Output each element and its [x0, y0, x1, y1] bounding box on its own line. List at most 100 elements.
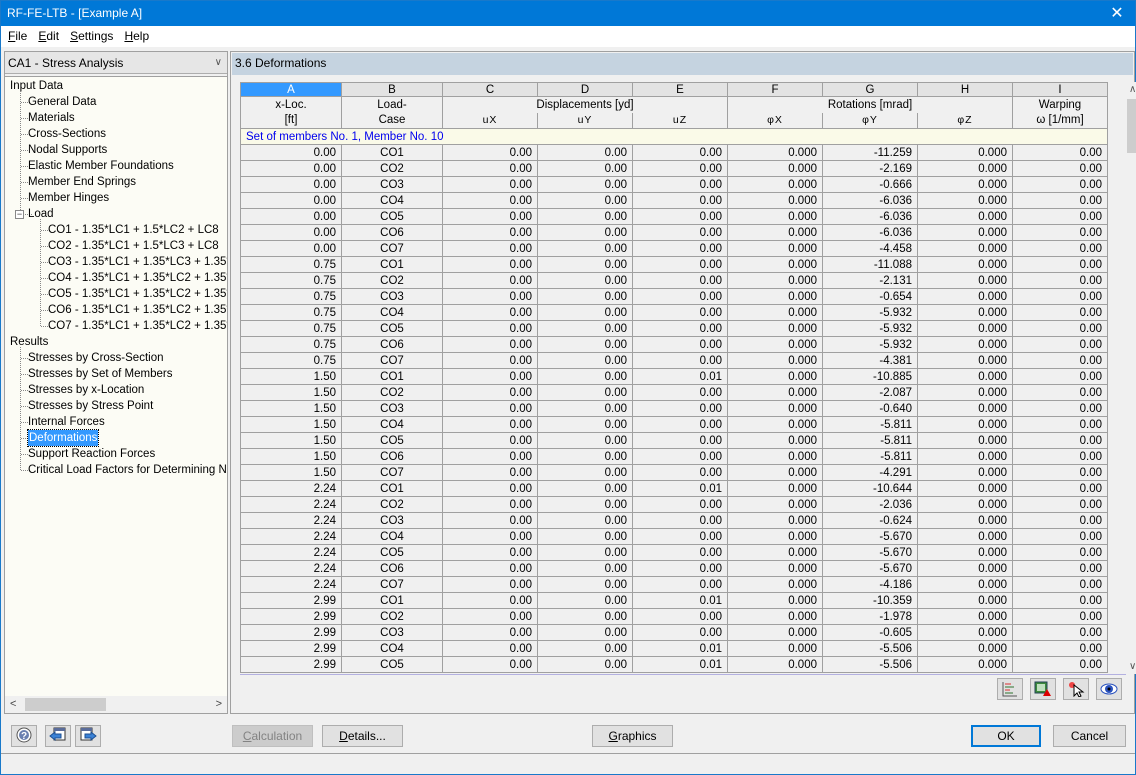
column-letter-f[interactable]: F [727, 82, 823, 97]
menu-file[interactable]: File [4, 26, 31, 43]
cell-uz: 0.00 [632, 304, 728, 321]
cell-phiy: -0.666 [822, 176, 918, 193]
table-row[interactable]: 0.75 CO7 0.00 0.00 0.00 0.000 -4.381 0.000 0.00 [240, 352, 1108, 369]
tree-item-materials[interactable]: Materials [28, 110, 75, 126]
table-row[interactable]: 2.99 CO1 0.00 0.00 0.01 0.000 -10.359 0.000 0.00 [240, 592, 1108, 609]
tree-item-critical-load-factors-for-determining-n-cr[interactable]: Critical Load Factors for Determining N-… [28, 462, 227, 478]
table-row[interactable]: 0.00 CO1 0.00 0.00 0.00 0.000 -11.259 0.000 0.00 [240, 144, 1108, 161]
menu-edit[interactable]: Edit [34, 26, 63, 43]
scrollbar-thumb[interactable] [1127, 99, 1136, 153]
column-letter-g[interactable]: G [822, 82, 918, 97]
scrollbar-thumb[interactable] [25, 698, 106, 711]
cell-phix: 0.000 [727, 208, 823, 225]
table-row[interactable]: 2.24 CO4 0.00 0.00 0.00 0.000 -5.670 0.000 0.00 [240, 528, 1108, 545]
export-excel-button[interactable] [1030, 678, 1056, 700]
table-row[interactable]: 0.00 CO4 0.00 0.00 0.00 0.000 -6.036 0.000 0.00 [240, 192, 1108, 209]
tree-item-cross-sections[interactable]: Cross-Sections [28, 126, 106, 142]
tree-node-input-data[interactable]: Input Data [10, 78, 63, 94]
scroll-right-icon[interactable]: > [216, 696, 222, 713]
table-row[interactable]: 0.00 CO2 0.00 0.00 0.00 0.000 -2.169 0.000 0.00 [240, 160, 1108, 177]
table-row[interactable]: 2.99 CO5 0.00 0.00 0.01 0.000 -5.506 0.000 0.00 [240, 656, 1108, 673]
table-row[interactable]: 0.75 CO2 0.00 0.00 0.00 0.000 -2.131 0.000 0.00 [240, 272, 1108, 289]
table-row[interactable]: 1.50 CO1 0.00 0.00 0.01 0.000 -10.885 0.000 0.00 [240, 368, 1108, 385]
table-row[interactable]: 1.50 CO2 0.00 0.00 0.00 0.000 -2.087 0.000 0.00 [240, 384, 1108, 401]
table-row[interactable]: 2.99 CO4 0.00 0.00 0.01 0.000 -5.506 0.000 0.00 [240, 640, 1108, 657]
help-button[interactable]: ? [11, 725, 37, 747]
table-row[interactable]: 1.50 CO3 0.00 0.00 0.00 0.000 -0.640 0.000 0.00 [240, 400, 1108, 417]
table-row[interactable]: 2.99 CO2 0.00 0.00 0.00 0.000 -1.978 0.000 0.00 [240, 608, 1108, 625]
table-row[interactable]: 1.50 CO6 0.00 0.00 0.00 0.000 -5.811 0.000 0.00 [240, 448, 1108, 465]
table-row[interactable]: 2.24 CO6 0.00 0.00 0.00 0.000 -5.670 0.000 0.00 [240, 560, 1108, 577]
table-row[interactable]: 1.50 CO5 0.00 0.00 0.00 0.000 -5.811 0.000 0.00 [240, 432, 1108, 449]
graphics-button[interactable]: Graphics [592, 725, 673, 747]
scroll-down-icon[interactable]: ∨ [1129, 661, 1136, 672]
tree-item-co6[interactable]: CO6 - 1.35*LC1 + 1.35*LC2 + 1.35* [48, 302, 227, 318]
column-letter-c[interactable]: C [442, 82, 538, 97]
scroll-up-icon[interactable]: ∧ [1129, 84, 1136, 95]
table-row[interactable]: 2.99 CO3 0.00 0.00 0.00 0.000 -0.605 0.000 0.00 [240, 624, 1108, 641]
table-row[interactable]: 2.24 CO1 0.00 0.00 0.01 0.000 -10.644 0.000 0.00 [240, 480, 1108, 497]
scroll-left-icon[interactable]: < [10, 696, 16, 713]
case-selector-dropdown[interactable]: CA1 - Stress Analysis ∨ [5, 52, 227, 74]
table-vertical-scrollbar[interactable]: ∧ ∨ [1126, 82, 1136, 674]
table-row[interactable]: 1.50 CO4 0.00 0.00 0.00 0.000 -5.811 0.000 0.00 [240, 416, 1108, 433]
menu-help[interactable]: Help [120, 26, 153, 43]
table-row[interactable]: 0.00 CO3 0.00 0.00 0.00 0.000 -0.666 0.000 0.00 [240, 176, 1108, 193]
tree-item-stresses-by-stress-point[interactable]: Stresses by Stress Point [28, 398, 153, 414]
menu-settings[interactable]: Settings [66, 26, 117, 43]
tree-horizontal-scrollbar[interactable]: < > [5, 696, 227, 713]
filter-results-button[interactable] [997, 678, 1023, 700]
tree-item-member-end-springs[interactable]: Member End Springs [28, 174, 136, 190]
tree-item-internal-forces[interactable]: Internal Forces [28, 414, 105, 430]
next-window-button[interactable] [75, 725, 101, 747]
tree-item-co7[interactable]: CO7 - 1.35*LC1 + 1.35*LC2 + 1.35* [48, 318, 227, 334]
view-button[interactable] [1096, 678, 1122, 700]
tree-item-member-hinges[interactable]: Member Hinges [28, 190, 109, 206]
calculation-button[interactable]: Calculation [232, 725, 313, 747]
tree-item-nodal-supports[interactable]: Nodal Supports [28, 142, 107, 158]
table-row[interactable]: 0.75 CO6 0.00 0.00 0.00 0.000 -5.932 0.000 0.00 [240, 336, 1108, 353]
table-row[interactable]: 2.24 CO3 0.00 0.00 0.00 0.000 -0.624 0.000 0.00 [240, 512, 1108, 529]
table-row[interactable]: 0.00 CO7 0.00 0.00 0.00 0.000 -4.458 0.000 0.00 [240, 240, 1108, 257]
column-letter-e[interactable]: E [632, 82, 728, 97]
cell-x-location: 2.24 [240, 480, 342, 497]
collapse-icon[interactable]: − [15, 210, 24, 219]
tree-item-elastic-member-foundations[interactable]: Elastic Member Foundations [28, 158, 174, 174]
tree-node-results[interactable]: Results [10, 334, 48, 350]
column-letter-b[interactable]: B [341, 82, 443, 97]
details-button[interactable]: Details... [322, 725, 403, 747]
tree-item-co4[interactable]: CO4 - 1.35*LC1 + 1.35*LC2 + 1.35* [48, 270, 227, 286]
table-row[interactable]: 0.75 CO4 0.00 0.00 0.00 0.000 -5.932 0.000 0.00 [240, 304, 1108, 321]
close-icon[interactable]: ✕ [1107, 1, 1127, 26]
tree-item-co2[interactable]: CO2 - 1.35*LC1 + 1.5*LC3 + LC8 [48, 238, 219, 254]
column-letter-h[interactable]: H [917, 82, 1013, 97]
tree-item-stresses-by-x-location[interactable]: Stresses by x-Location [28, 382, 144, 398]
table-row[interactable]: 0.75 CO1 0.00 0.00 0.00 0.000 -11.088 0.000 0.00 [240, 256, 1108, 273]
column-letter-i[interactable]: I [1012, 82, 1108, 97]
column-letter-d[interactable]: D [537, 82, 633, 97]
column-letter-a[interactable]: A [240, 82, 342, 97]
tree-item-co5[interactable]: CO5 - 1.35*LC1 + 1.35*LC2 + 1.35* [48, 286, 227, 302]
table-row[interactable]: 2.24 CO2 0.00 0.00 0.00 0.000 -2.036 0.000 0.00 [240, 496, 1108, 513]
tree-item-co1[interactable]: CO1 - 1.35*LC1 + 1.5*LC2 + LC8 [48, 222, 219, 238]
select-in-graphic-button[interactable] [1063, 678, 1089, 700]
table-row[interactable]: 2.24 CO5 0.00 0.00 0.00 0.000 -5.670 0.000 0.00 [240, 544, 1108, 561]
tree-item-co3[interactable]: CO3 - 1.35*LC1 + 1.35*LC3 + 1.35* [48, 254, 227, 270]
cell-uz: 0.00 [632, 624, 728, 641]
cell-phiz: 0.000 [917, 320, 1013, 337]
tree-item-stresses-by-cross-section[interactable]: Stresses by Cross-Section [28, 350, 164, 366]
table-row[interactable]: 0.75 CO5 0.00 0.00 0.00 0.000 -5.932 0.000 0.00 [240, 320, 1108, 337]
tree-item-general-data[interactable]: General Data [28, 94, 96, 110]
cancel-button[interactable]: Cancel [1053, 725, 1126, 747]
table-row[interactable]: 0.75 CO3 0.00 0.00 0.00 0.000 -0.654 0.000 0.00 [240, 288, 1108, 305]
previous-window-button[interactable] [45, 725, 71, 747]
table-row[interactable]: 0.00 CO5 0.00 0.00 0.00 0.000 -6.036 0.000 0.00 [240, 208, 1108, 225]
table-row[interactable]: 1.50 CO7 0.00 0.00 0.00 0.000 -4.291 0.000 0.00 [240, 464, 1108, 481]
tree-item-stresses-by-set-of-members[interactable]: Stresses by Set of Members [28, 366, 172, 382]
table-row[interactable]: 2.24 CO7 0.00 0.00 0.00 0.000 -4.186 0.000 0.00 [240, 576, 1108, 593]
table-row[interactable]: 0.00 CO6 0.00 0.00 0.00 0.000 -6.036 0.000 0.00 [240, 224, 1108, 241]
cell-phiz: 0.000 [917, 528, 1013, 545]
tree-item-deformations[interactable]: Deformations [26, 429, 100, 447]
tree-item-support-reaction-forces[interactable]: Support Reaction Forces [28, 446, 155, 462]
ok-button[interactable]: OK [971, 725, 1041, 747]
